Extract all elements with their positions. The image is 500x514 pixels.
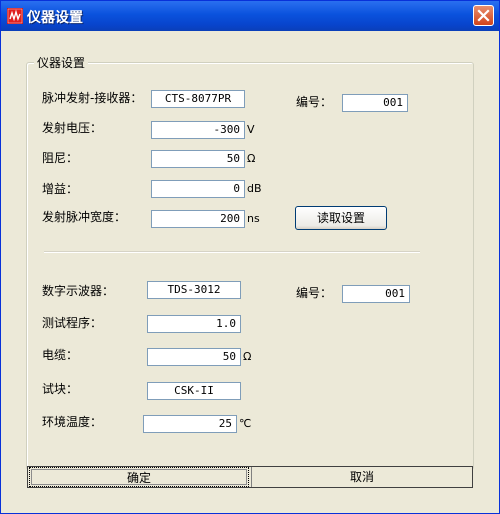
pulser-label: 脉冲发射-接收器：	[42, 91, 143, 105]
cable-label: 电缆：	[42, 348, 79, 362]
voltage-label: 发射电压：	[42, 121, 103, 135]
damping-field[interactable]: 50	[151, 150, 245, 168]
pulse-width-unit: ns	[247, 212, 260, 225]
ambient-temp-label: 环境温度：	[42, 415, 103, 429]
gain-label: 增益：	[42, 182, 79, 196]
read-settings-button[interactable]: 读取设置	[295, 206, 387, 230]
window-title: 仪器设置	[27, 10, 83, 26]
pulse-width-label: 发射脉冲宽度：	[42, 210, 127, 224]
cable-field[interactable]: 50	[147, 348, 241, 366]
ambient-temp-unit: ℃	[239, 417, 252, 430]
close-button[interactable]	[473, 5, 494, 26]
instrument-app-icon	[7, 8, 23, 24]
damping-unit: Ω	[247, 152, 256, 165]
test-block-label: 试块：	[42, 382, 79, 396]
dialog-button-bar: 确定 取消	[27, 466, 473, 488]
test-program-field[interactable]: 1.0	[147, 315, 241, 333]
section-divider	[44, 251, 420, 253]
scope-serial-label: 编号：	[296, 286, 333, 300]
voltage-unit: V	[247, 123, 255, 136]
damping-label: 阻尼：	[42, 151, 79, 165]
gain-unit: dB	[247, 182, 262, 195]
pulser-serial-field[interactable]: 001	[342, 94, 408, 112]
scope-model-field[interactable]: TDS-3012	[147, 281, 241, 299]
ambient-temp-field[interactable]: 25	[143, 415, 237, 433]
dialog-body: 仪器设置 脉冲发射-接收器： CTS-8077PR 编号： 001 发射电压： …	[4, 32, 496, 510]
cancel-button[interactable]: 取消	[251, 467, 472, 487]
pulse-width-field[interactable]: 200	[151, 210, 245, 228]
test-block-field[interactable]: CSK-II	[147, 382, 241, 400]
group-title: 仪器设置	[34, 54, 89, 71]
scope-serial-field[interactable]: 001	[342, 285, 410, 303]
voltage-field[interactable]: -300	[151, 121, 245, 139]
pulser-serial-label: 编号：	[296, 95, 333, 109]
gain-field[interactable]: 0	[151, 180, 245, 198]
title-bar[interactable]: 仪器设置	[1, 1, 499, 31]
close-icon	[477, 9, 490, 22]
test-program-label: 测试程序：	[42, 316, 103, 330]
pulser-model-field[interactable]: CTS-8077PR	[151, 90, 245, 108]
scope-label: 数字示波器：	[42, 284, 115, 298]
cable-unit: Ω	[243, 350, 252, 363]
instrument-settings-dialog: 仪器设置 仪器设置 脉冲发射-接收器： CTS-8077PR 编号： 001 发…	[0, 0, 500, 514]
ok-button[interactable]: 确定	[29, 467, 249, 487]
